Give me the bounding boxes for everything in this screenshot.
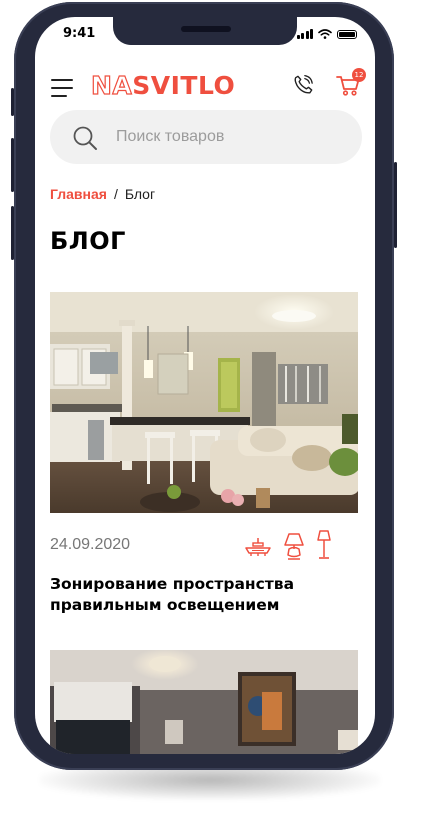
search-icon[interactable] [72, 125, 98, 151]
app-header: NASVITLO 12 [35, 65, 375, 105]
ceiling-lamp-icon[interactable] [244, 535, 272, 561]
volume-down-button [11, 206, 14, 260]
logo-prefix: NA [90, 70, 133, 100]
post-image-2[interactable] [50, 650, 358, 754]
status-time: 9:41 [63, 26, 96, 41]
floor-lamp-icon[interactable] [316, 529, 332, 561]
cart-count-badge: 12 [352, 68, 366, 82]
breadcrumb-separator: / [113, 186, 118, 202]
post-date: 24.09.2020 [50, 536, 131, 553]
mute-switch [11, 88, 14, 116]
phone-call-icon[interactable] [292, 74, 314, 96]
breadcrumb: Главная / Блог [50, 186, 155, 202]
logo-main: SVITLO [132, 71, 236, 100]
wifi-icon [318, 29, 332, 39]
menu-icon[interactable] [51, 79, 73, 103]
breadcrumb-home-link[interactable]: Главная [50, 186, 107, 202]
search-bar[interactable] [50, 110, 362, 164]
site-logo[interactable]: NASVITLO [90, 70, 236, 100]
volume-up-button [11, 138, 14, 192]
power-button [394, 162, 397, 248]
phone-screen: 9:41 NASVITLO 12 Поиск товаров Главная /… [35, 17, 375, 754]
page-title: БЛОГ [50, 227, 126, 255]
table-lamp-icon[interactable] [282, 531, 306, 561]
living-room-photo [50, 292, 358, 513]
status-indicators [296, 29, 357, 39]
post-title-link[interactable]: Зонирование пространства правильным осве… [50, 574, 340, 616]
bedroom-photo [50, 650, 358, 754]
notch [113, 17, 297, 45]
battery-icon [337, 29, 357, 39]
post-category-icons [244, 529, 332, 561]
search-input[interactable] [116, 126, 336, 148]
signal-icon [296, 29, 313, 39]
speaker [181, 26, 231, 32]
breadcrumb-current: Блог [124, 186, 156, 202]
post-image[interactable] [50, 292, 358, 513]
